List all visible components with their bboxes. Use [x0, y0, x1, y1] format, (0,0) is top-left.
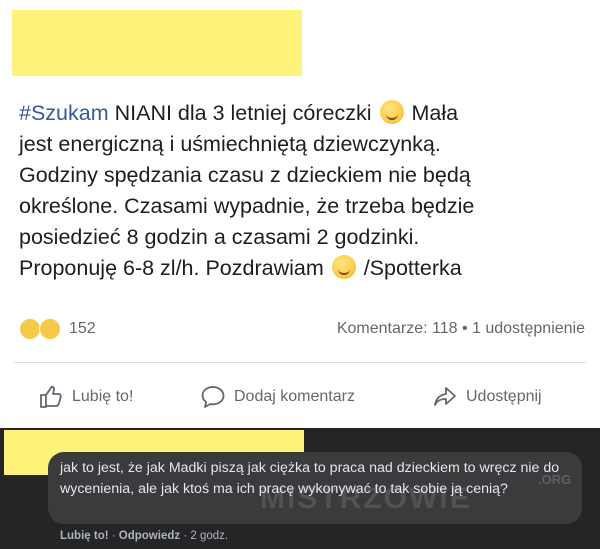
post-text-line3: Godziny spędzania czasu z dzieckiem nie … [19, 163, 471, 187]
post-actions-bar: Lubię to! Dodaj komentarz Udostępnij [0, 380, 600, 414]
share-arrow-icon [434, 387, 456, 406]
comment-actions: Lubię to! · Odpowiedz · 2 godz. [60, 530, 228, 542]
post-text-line5: posiedzieć 8 godzin a czasami 2 godzinki… [19, 225, 420, 249]
add-comment-label: Dodaj komentarz [234, 388, 355, 405]
post-text-line4: określone. Czasami wypadnie, że trzeba b… [19, 194, 475, 218]
share-button[interactable]: Udostępnij [432, 384, 542, 410]
thumbs-up-icon [40, 385, 62, 408]
wow-reaction-icon [39, 318, 62, 340]
smiling-face-emoji-icon [379, 100, 404, 124]
stats-separator: • [457, 320, 473, 337]
add-comment-button[interactable]: Dodaj komentarz [200, 384, 355, 410]
post-text-line6: Proponuję 6-8 zl/h. Pozdrawiam [19, 256, 324, 280]
watermark: MISTRZOWIE [260, 482, 472, 515]
post-text-after-emoji: Mała [405, 101, 459, 125]
comment-reply-link[interactable]: Odpowiedz [119, 530, 180, 542]
reaction-icons[interactable] [19, 318, 62, 345]
facebook-post: #Szukam NIANI dla 3 letniej córeczki Mał… [0, 0, 600, 428]
like-button[interactable]: Lubię to! [38, 384, 133, 410]
haha-reaction-icon [19, 318, 41, 340]
comment-dot-1: · [108, 530, 119, 542]
actions-divider [14, 362, 586, 363]
shares-count-link[interactable]: 1 udostępnienie [472, 320, 585, 337]
post-signature: /Spotterka [357, 256, 462, 280]
comment-like-link[interactable]: Lubię to! [60, 530, 109, 542]
post-body: #Szukam NIANI dla 3 letniej córeczki Mał… [19, 98, 589, 284]
comments-shares-summary: Komentarze: 118 • 1 udostępnienie [337, 320, 585, 338]
post-text-line1: NIANI dla 3 letniej córeczki [108, 101, 372, 125]
watermark-suffix: .ORG [538, 472, 572, 487]
reactions-count[interactable]: 152 [69, 320, 96, 338]
redacted-author-header [12, 10, 302, 76]
like-button-label: Lubię to! [72, 388, 134, 405]
post-text-line2: jest energiczną i uśmiechniętą dziewczyn… [19, 132, 441, 156]
comment-dot-2: · [180, 530, 191, 542]
hashtag-link[interactable]: #Szukam [19, 101, 109, 125]
comments-count-link[interactable]: Komentarze: 118 [337, 320, 458, 337]
comment-timestamp[interactable]: 2 godz. [190, 530, 228, 542]
grinning-face-emoji-icon [331, 255, 356, 279]
post-stats: 152 Komentarze: 118 • 1 udostępnienie [19, 318, 585, 342]
share-button-label: Udostępnij [466, 388, 542, 405]
speech-bubble-icon [201, 386, 225, 408]
